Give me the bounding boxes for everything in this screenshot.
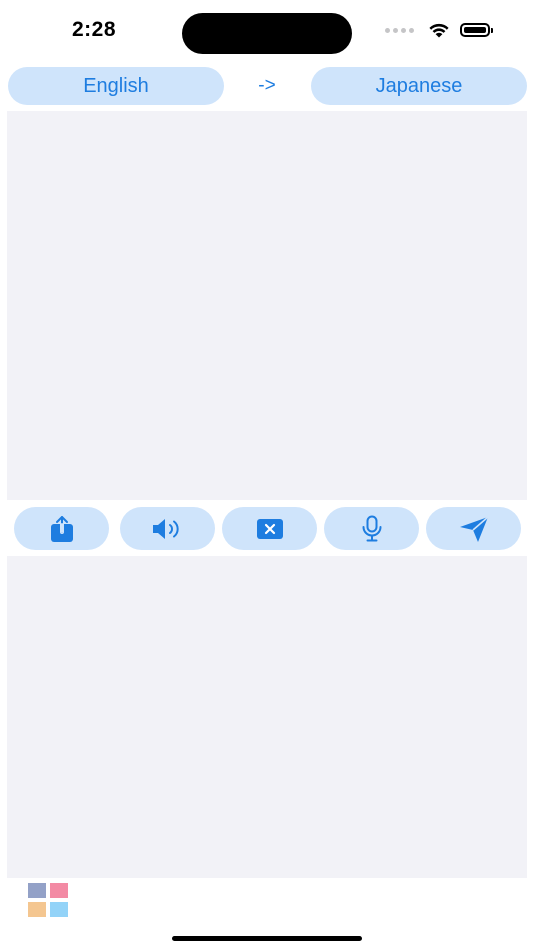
speaker-icon <box>152 518 179 539</box>
app-logo-icon <box>28 883 69 917</box>
language-arrow: -> <box>258 75 276 96</box>
output-text-area <box>7 556 527 878</box>
speak-button[interactable] <box>120 507 215 550</box>
translate-send-button[interactable] <box>426 507 521 550</box>
target-language-button[interactable]: Japanese <box>311 67 527 105</box>
input-text-area[interactable] <box>7 111 527 500</box>
clear-button[interactable] <box>222 507 317 550</box>
status-time: 2:28 <box>72 18 117 41</box>
dynamic-island <box>182 13 352 54</box>
wifi-icon <box>429 23 449 38</box>
cellular-signal-icon <box>385 27 414 33</box>
share-icon <box>50 514 73 542</box>
share-button[interactable] <box>14 507 109 550</box>
microphone-icon <box>362 515 381 541</box>
battery-icon <box>460 23 493 37</box>
app-screen: 2:28 English -> Japanese <box>0 0 534 950</box>
send-icon <box>459 515 489 542</box>
status-indicators <box>385 22 493 38</box>
microphone-button[interactable] <box>324 507 419 550</box>
source-language-button[interactable]: English <box>8 67 224 105</box>
clear-icon <box>256 518 283 539</box>
home-indicator[interactable] <box>172 936 362 941</box>
